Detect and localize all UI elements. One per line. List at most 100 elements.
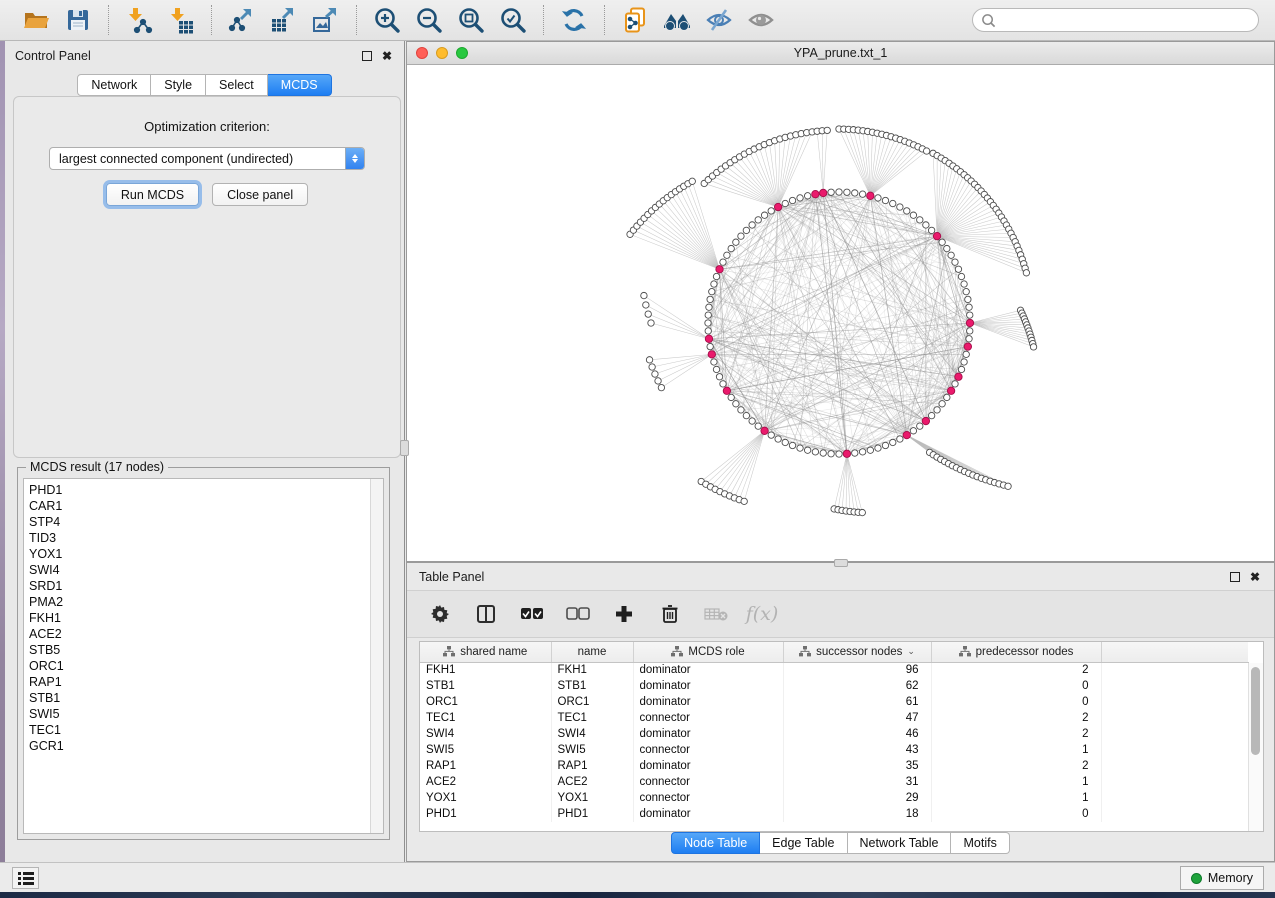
network-canvas[interactable] [407,65,1274,561]
tab-edge-table[interactable]: Edge Table [760,832,847,854]
mcds-result-item[interactable]: TID3 [29,530,383,546]
function-builder-button[interactable]: f(x) [749,601,775,627]
mcds-result-item[interactable]: SRD1 [29,578,383,594]
network-window-title: YPA_prune.txt_1 [407,46,1274,60]
mcds-result-item[interactable]: ACE2 [29,626,383,642]
tab-style[interactable]: Style [151,74,206,96]
table-row[interactable]: SWI4SWI4dominator462 [420,726,1248,742]
checked-boxes-icon [520,607,544,621]
toolbar-separator [356,5,357,35]
task-history-button[interactable] [12,867,39,889]
tab-mcds[interactable]: MCDS [268,74,332,96]
column-header-mcds-role[interactable]: MCDS role [633,642,783,662]
tab-network-table[interactable]: Network Table [848,832,952,854]
destroy-table-button[interactable] [703,601,729,627]
tab-motifs[interactable]: Motifs [951,832,1009,854]
toolbar-separator [211,5,212,35]
hide-selected-button[interactable] [701,3,737,37]
mcds-result-item[interactable]: GCR1 [29,738,383,754]
memory-status-icon [1191,873,1202,884]
select-all-rows-button[interactable] [519,601,545,627]
tab-node-table[interactable]: Node Table [671,832,760,854]
mcds-result-item[interactable]: PMA2 [29,594,383,610]
mcds-result-list: PHD1CAR1STP4TID3YOX1SWI4SRD1PMA2FKH1ACE2… [24,479,383,754]
mcds-result-item[interactable]: STB5 [29,642,383,658]
add-column-button[interactable] [611,601,637,627]
table-row[interactable]: RAP1RAP1dominator352 [420,758,1248,774]
optimization-criterion-select[interactable]: largest connected component (undirected) [49,147,365,170]
zoom-fit-button[interactable] [453,3,489,37]
zoom-selected-button[interactable] [495,3,531,37]
delete-column-button[interactable] [657,601,683,627]
control-panel-tabs: Network Style Select MCDS [5,74,404,96]
show-all-button[interactable] [743,3,779,37]
search-field[interactable] [972,8,1259,32]
zoom-out-icon [415,6,443,34]
table-row[interactable]: ACE2ACE2connector311 [420,774,1248,790]
zoom-in-button[interactable] [369,3,405,37]
import-table-button[interactable] [163,3,199,37]
close-table-panel-icon[interactable]: ✖ [1248,570,1262,584]
optimization-criterion-label: Optimization criterion: [14,119,400,134]
column-header-shared-name[interactable]: shared name [420,642,551,662]
column-header-successor-nodes[interactable]: successor nodes ⌄ [783,642,931,662]
show-columns-button[interactable] [473,601,499,627]
vertical-splitter-handle[interactable] [400,440,409,456]
mcds-result-item[interactable]: PHD1 [29,482,383,498]
column-header-name[interactable]: name [551,642,633,662]
table-row[interactable]: SWI5SWI5connector431 [420,742,1248,758]
table-row[interactable]: ORC1ORC1dominator610 [420,694,1248,710]
mcds-result-item[interactable]: STB1 [29,690,383,706]
mcds-result-item[interactable]: SWI5 [29,706,383,722]
float-table-panel-icon[interactable] [1230,572,1240,582]
memory-label: Memory [1208,871,1253,885]
export-table-button[interactable] [266,3,302,37]
mcds-result-item[interactable]: ORC1 [29,658,383,674]
refresh-button[interactable] [556,3,592,37]
import-table-icon [167,6,195,34]
float-panel-icon[interactable] [362,51,372,61]
search-network-button[interactable] [659,3,695,37]
table-row[interactable]: YOX1YOX1connector291 [420,790,1248,806]
export-image-button[interactable] [308,3,344,37]
mcds-result-item[interactable]: CAR1 [29,498,383,514]
mcds-result-item[interactable]: TEC1 [29,722,383,738]
table-scrollbar-thumb[interactable] [1251,667,1260,755]
mcds-result-item[interactable]: STP4 [29,514,383,530]
search-input[interactable] [996,13,1250,27]
export-network-button[interactable] [224,3,260,37]
import-network-icon [125,6,153,34]
deselect-all-rows-button[interactable] [565,601,591,627]
mcds-result-scrollbar[interactable] [370,479,383,833]
close-panel-icon[interactable]: ✖ [380,49,394,63]
zoom-out-button[interactable] [411,3,447,37]
table-row[interactable]: TEC1TEC1connector472 [420,710,1248,726]
table-scrollbar[interactable] [1248,663,1263,831]
table-row[interactable]: PHD1PHD1dominator180 [420,806,1248,822]
horizontal-splitter-handle[interactable] [834,559,848,567]
mcds-result-item[interactable]: SWI4 [29,562,383,578]
column-header-predecessor-nodes[interactable]: predecessor nodes [931,642,1101,662]
mcds-result-item[interactable]: RAP1 [29,674,383,690]
table-row[interactable]: STB1STB1dominator620 [420,678,1248,694]
table-settings-button[interactable] [427,601,453,627]
close-panel-button[interactable]: Close panel [212,183,308,206]
sort-chevron-icon[interactable]: ⌄ [907,646,915,657]
import-network-button[interactable] [121,3,157,37]
table-panel-tabs: Node Table Edge Table Network Table Moti… [407,832,1274,854]
save-session-button[interactable] [60,3,96,37]
open-session-button[interactable] [18,3,54,37]
open-folder-icon [22,6,50,34]
mcds-result-item[interactable]: YOX1 [29,546,383,562]
table-row[interactable]: FKH1FKH1dominator962 [420,662,1248,678]
mcds-result-listbox[interactable]: PHD1CAR1STP4TID3YOX1SWI4SRD1PMA2FKH1ACE2… [23,478,384,834]
network-window-titlebar[interactable]: YPA_prune.txt_1 [407,42,1274,65]
column-header-filler [1101,642,1248,662]
mcds-result-item[interactable]: FKH1 [29,610,383,626]
run-mcds-button[interactable]: Run MCDS [106,183,199,206]
memory-button[interactable]: Memory [1180,866,1264,890]
tab-network[interactable]: Network [77,74,151,96]
tab-select[interactable]: Select [206,74,268,96]
zoom-fit-icon [457,6,485,34]
share-document-button[interactable] [617,3,653,37]
